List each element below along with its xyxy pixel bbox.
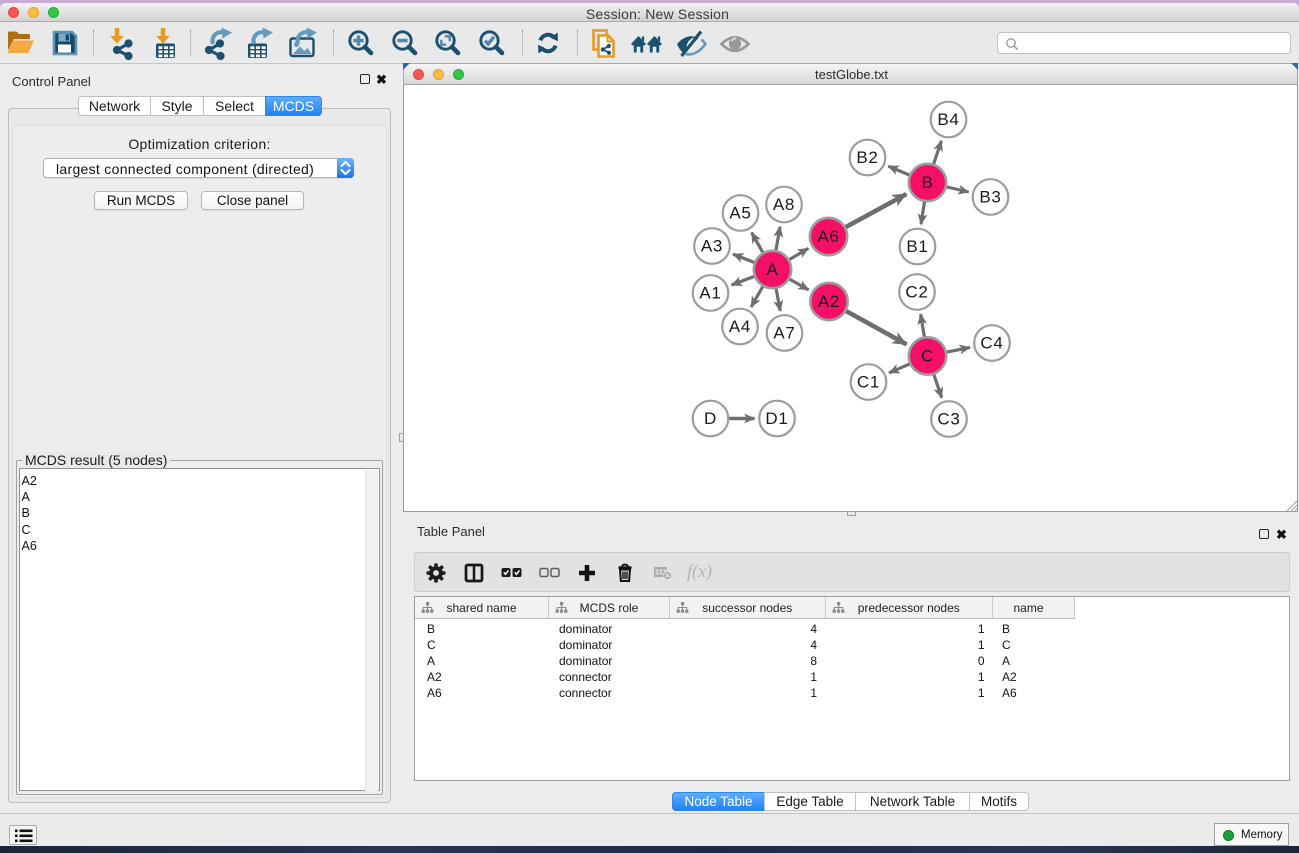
svg-text:A7: A7 xyxy=(773,324,795,343)
svg-text:B4: B4 xyxy=(937,110,959,129)
svg-text:C: C xyxy=(921,347,934,366)
svg-text:D1: D1 xyxy=(765,409,788,428)
svg-text:A8: A8 xyxy=(773,195,795,214)
svg-text:A: A xyxy=(766,260,778,279)
svg-text:B2: B2 xyxy=(856,148,878,167)
svg-text:A6: A6 xyxy=(817,227,839,246)
svg-text:C1: C1 xyxy=(857,373,880,392)
svg-text:A1: A1 xyxy=(699,284,721,303)
svg-text:B: B xyxy=(921,173,933,192)
svg-text:A3: A3 xyxy=(701,237,723,256)
svg-text:C4: C4 xyxy=(980,334,1003,353)
svg-text:A4: A4 xyxy=(729,317,751,336)
svg-text:B1: B1 xyxy=(906,237,928,256)
svg-text:A2: A2 xyxy=(818,292,840,311)
svg-text:C3: C3 xyxy=(937,410,960,429)
svg-text:D: D xyxy=(704,409,717,428)
svg-text:B3: B3 xyxy=(979,188,1001,207)
svg-text:A5: A5 xyxy=(729,204,751,223)
svg-text:C2: C2 xyxy=(905,283,928,302)
